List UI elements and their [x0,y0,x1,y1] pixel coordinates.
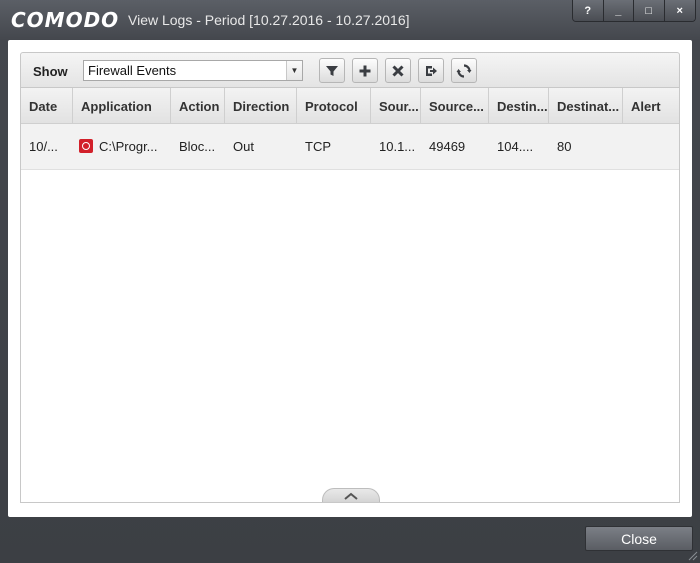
window-title: View Logs - Period [10.27.2016 - 10.27.2… [128,12,410,28]
column-header-destination-ip[interactable]: Destin... [489,88,549,124]
comodo-logo: COMODO [11,8,120,32]
column-header-protocol[interactable]: Protocol [297,88,371,124]
log-type-select[interactable]: Firewall Events ▼ [83,60,303,81]
column-header-date[interactable]: Date [21,88,73,124]
help-button[interactable]: ? [573,0,604,21]
close-button[interactable]: Close [585,526,693,551]
filter-icon [326,65,338,76]
column-header-destination-port[interactable]: Destinat... [549,88,623,124]
cell-application-path: C:\Progr... [99,139,158,154]
delete-icon [392,64,404,77]
log-table: Date Application Action Direction Protoc… [20,88,680,503]
table-row[interactable]: 10/... C:\Progr... Bloc... Out TCP 10.1.… [21,124,679,170]
resize-grip-icon[interactable] [686,549,698,561]
maximize-button[interactable]: □ [634,0,665,21]
export-button[interactable] [418,58,444,83]
view-logs-window: COMODO View Logs - Period [10.27.2016 - … [0,0,700,563]
window-controls: ? _ □ × [572,0,696,22]
add-icon [359,65,371,76]
log-toolbar: Show Firewall Events ▼ [20,52,680,88]
cell-destination-port: 80 [557,139,572,154]
column-header-direction[interactable]: Direction [225,88,297,124]
chevron-down-icon[interactable]: ▼ [286,61,302,80]
delete-button[interactable] [385,58,411,83]
cell-date: 10/... [29,139,58,154]
close-window-button[interactable]: × [664,0,695,21]
cell-source-port: 49469 [429,139,466,154]
cell-action: Bloc... [179,139,216,154]
cell-application: C:\Progr... [73,124,171,170]
chevron-up-icon [344,492,358,500]
logs-panel: Show Firewall Events ▼ Date Application … [8,40,692,517]
table-header: Date Application Action Direction Protoc… [21,88,679,124]
show-label: Show [33,64,68,79]
cell-alert [623,124,679,170]
log-type-value: Firewall Events [88,63,177,78]
column-header-source-ip[interactable]: Sour... [371,88,421,124]
column-header-application[interactable]: Application [73,88,171,124]
expand-filter-toggle[interactable] [322,488,380,502]
cell-protocol: TCP [305,139,331,154]
export-icon [426,65,437,76]
cell-direction: Out [233,139,254,154]
minimize-button[interactable]: _ [603,0,634,21]
cell-source-ip: 10.1... [379,139,416,154]
refresh-button[interactable] [451,58,477,83]
title-bar[interactable]: COMODO View Logs - Period [10.27.2016 - … [0,0,700,40]
application-icon [79,139,93,153]
cell-destination-ip: 104.... [497,139,534,154]
add-button[interactable] [352,58,378,83]
column-header-source-port[interactable]: Source... [421,88,489,124]
refresh-icon [456,63,472,78]
filter-button[interactable] [319,58,345,83]
column-header-action[interactable]: Action [171,88,225,124]
column-header-alert[interactable]: Alert [623,88,679,124]
